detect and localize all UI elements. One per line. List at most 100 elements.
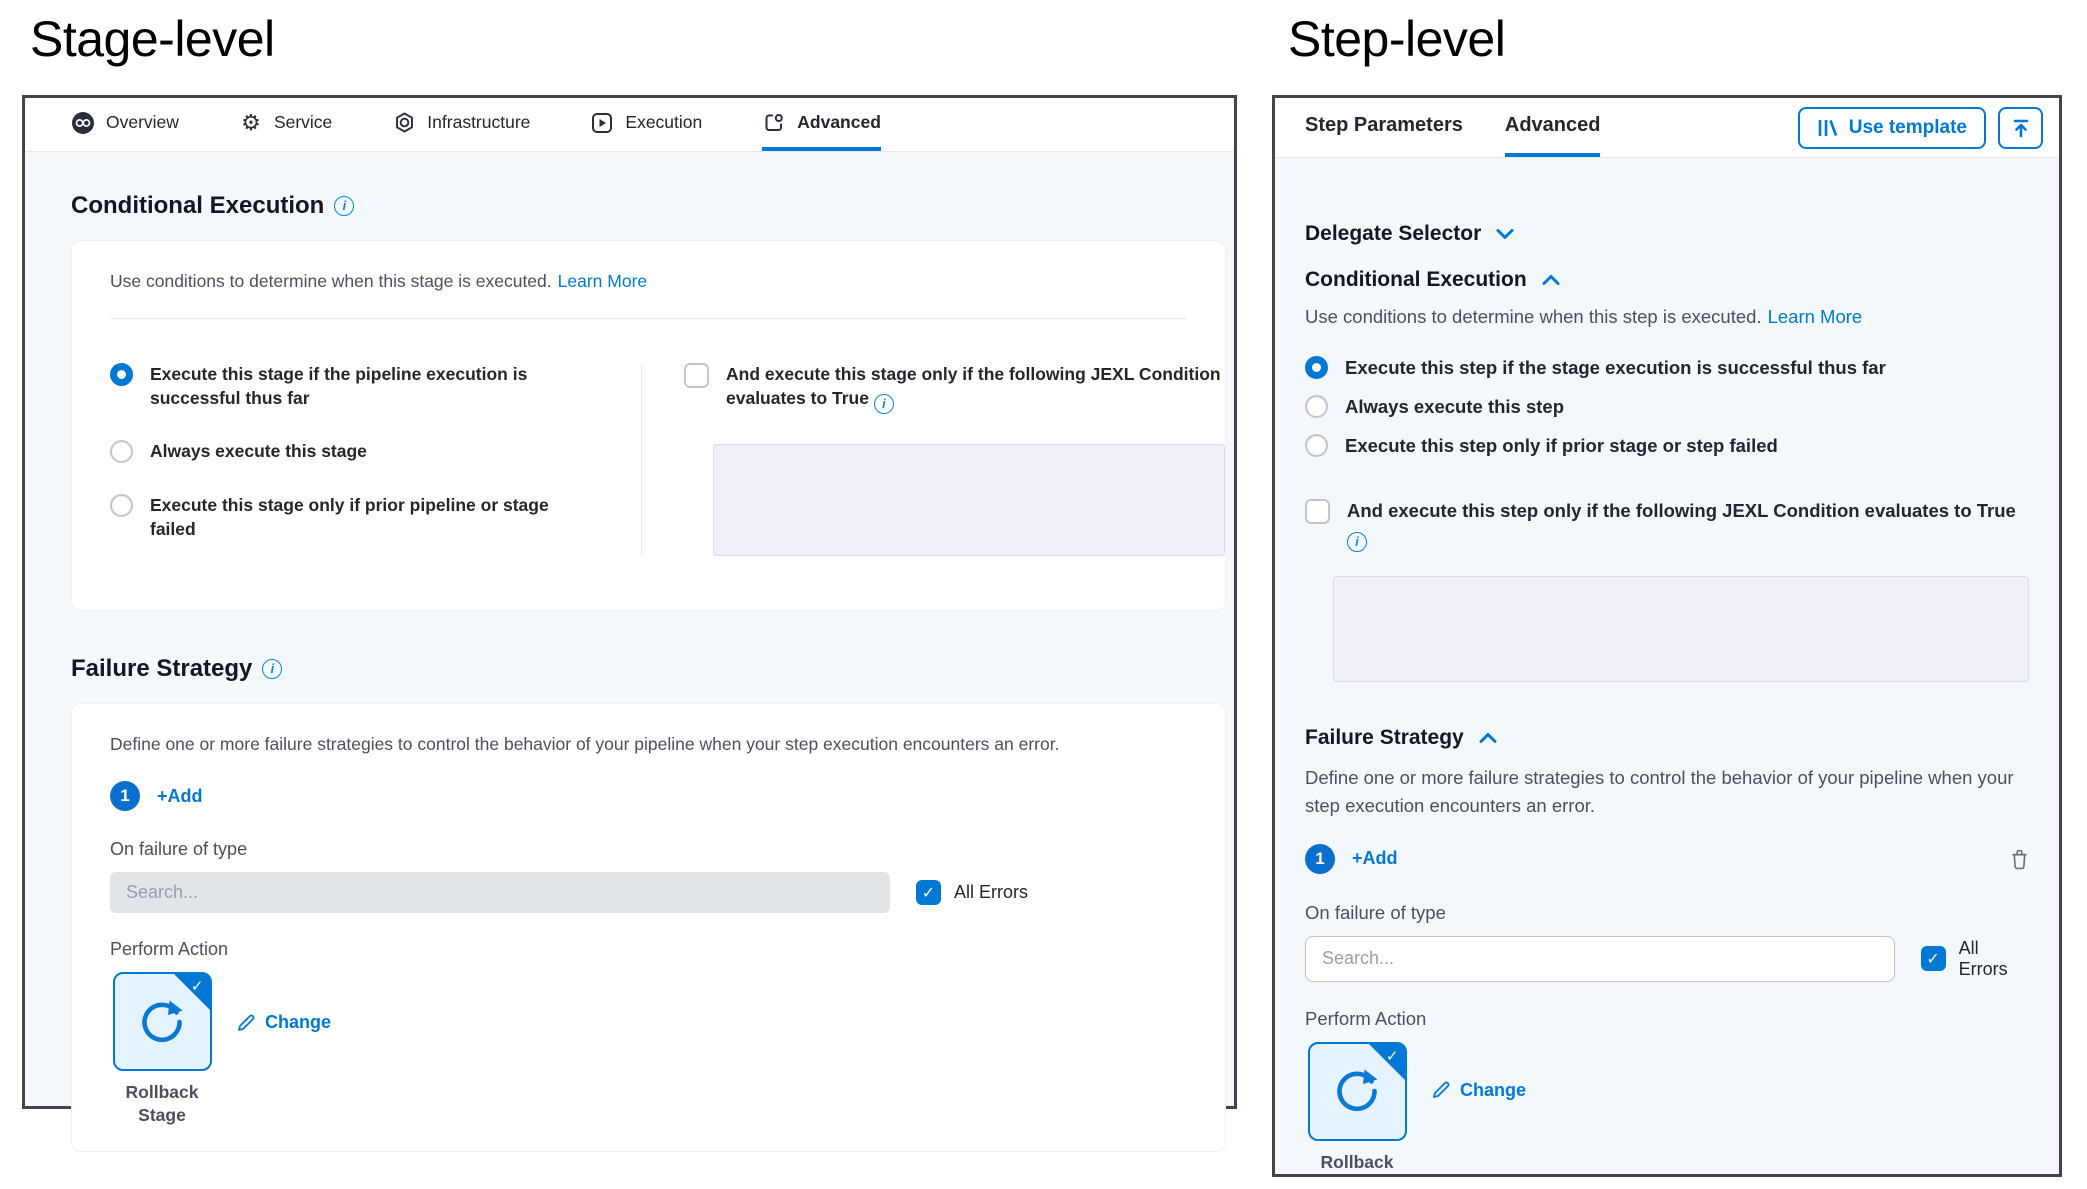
conditional-execution-description: Use conditions to determine when this st… bbox=[72, 241, 1225, 318]
step-advanced-panel: Step Parameters Advanced Use template De… bbox=[1272, 95, 2062, 1177]
delete-strategy-button[interactable] bbox=[2010, 848, 2029, 870]
radio-execute-if-stage-successful[interactable]: Execute this step if the stage execution… bbox=[1305, 356, 2029, 381]
radio-always-execute[interactable]: Always execute this step bbox=[1305, 395, 2029, 420]
conditional-execution-title: Conditional Execution bbox=[71, 192, 324, 220]
conditional-execution-heading: Conditional Execution i bbox=[71, 192, 1226, 220]
step-level-title: Step-level bbox=[1288, 10, 1505, 68]
check-icon: ✓ bbox=[1386, 1047, 1399, 1065]
template-library-icon bbox=[1817, 118, 1839, 138]
failure-strategy-heading: Failure Strategy i bbox=[71, 655, 1226, 683]
perform-action-label: Perform Action bbox=[110, 939, 1187, 960]
on-failure-label: On failure of type bbox=[110, 839, 1187, 860]
learn-more-link[interactable]: Learn More bbox=[1768, 306, 1863, 327]
failure-type-row: ✓ All Errors bbox=[110, 872, 1187, 913]
jexl-condition-section: And execute this stage only if the follo… bbox=[642, 363, 1225, 556]
tab-step-parameters[interactable]: Step Parameters bbox=[1305, 98, 1463, 157]
pencil-icon bbox=[236, 1013, 256, 1033]
radio-selected-icon bbox=[110, 363, 133, 386]
check-icon: ✓ bbox=[922, 883, 935, 903]
use-template-button[interactable]: Use template bbox=[1798, 107, 1986, 149]
check-icon: ✓ bbox=[191, 977, 204, 995]
tab-service[interactable]: ⚙ Service bbox=[239, 98, 332, 151]
play-square-icon bbox=[590, 111, 614, 135]
chevron-down-icon bbox=[1495, 227, 1515, 241]
conditional-execution-toggle[interactable]: Conditional Execution bbox=[1305, 268, 2029, 292]
hexagon-target-icon bbox=[392, 111, 416, 135]
strategy-list-row: 1 +Add bbox=[110, 781, 1187, 811]
all-errors-checkbox-row[interactable]: ✓ All Errors bbox=[1921, 938, 2029, 980]
tab-advanced[interactable]: Advanced bbox=[1505, 98, 1601, 157]
jexl-checkbox[interactable] bbox=[1305, 499, 1330, 524]
jexl-condition-input[interactable] bbox=[713, 444, 1225, 556]
all-errors-checkbox[interactable]: ✓ bbox=[1921, 946, 1946, 971]
change-action-link[interactable]: Change bbox=[1431, 1080, 1526, 1101]
radio-always-execute[interactable]: Always execute this stage bbox=[110, 440, 586, 464]
save-as-template-button[interactable] bbox=[1998, 107, 2043, 149]
failure-strategy-toggle[interactable]: Failure Strategy bbox=[1305, 726, 2029, 750]
tab-label: Advanced bbox=[1505, 114, 1601, 137]
chevron-up-icon bbox=[1478, 731, 1498, 745]
tab-execution[interactable]: Execution bbox=[590, 98, 702, 151]
info-icon[interactable]: i bbox=[262, 659, 282, 679]
tab-infrastructure[interactable]: Infrastructure bbox=[392, 98, 530, 151]
all-errors-label: All Errors bbox=[954, 882, 1028, 903]
radio-selected-icon bbox=[1305, 356, 1328, 379]
conditional-execution-body: Execute this stage if the pipeline execu… bbox=[72, 319, 1225, 610]
perform-action-row: ✓ Rollback Stage Change bbox=[110, 972, 1187, 1127]
radio-execute-if-pipeline-successful[interactable]: Execute this stage if the pipeline execu… bbox=[110, 363, 586, 410]
header-actions: Use template bbox=[1798, 98, 2043, 157]
strategy-count-badge[interactable]: 1 bbox=[110, 781, 140, 811]
learn-more-link[interactable]: Learn More bbox=[558, 271, 648, 291]
failure-type-search-input[interactable] bbox=[1305, 936, 1895, 982]
jexl-condition-input[interactable] bbox=[1333, 576, 2029, 682]
tab-label: Step Parameters bbox=[1305, 114, 1463, 137]
selected-action: ✓ Rollback Stage bbox=[1305, 1042, 1409, 1177]
tab-label: Service bbox=[274, 112, 332, 133]
execution-condition-options: Execute this step if the stage execution… bbox=[1305, 356, 2029, 459]
radio-icon bbox=[1305, 395, 1328, 418]
radio-icon bbox=[110, 494, 133, 517]
conditional-execution-card: Use conditions to determine when this st… bbox=[71, 240, 1226, 611]
failure-strategy-title: Failure Strategy bbox=[1305, 726, 1464, 750]
tab-label: Overview bbox=[106, 112, 179, 133]
check-icon: ✓ bbox=[1926, 949, 1939, 969]
delegate-selector-toggle[interactable]: Delegate Selector bbox=[1305, 222, 2029, 246]
add-strategy-link[interactable]: +Add bbox=[1352, 848, 1398, 869]
strategy-list-row: 1 +Add bbox=[1305, 844, 2029, 874]
conditional-execution-title: Conditional Execution bbox=[1305, 268, 1527, 292]
all-errors-checkbox[interactable]: ✓ bbox=[916, 880, 941, 905]
radio-icon bbox=[1305, 434, 1328, 457]
all-errors-checkbox-row[interactable]: ✓ All Errors bbox=[916, 880, 1028, 905]
stage-tabbar: Overview ⚙ Service Infrastructure Execut… bbox=[25, 98, 1234, 152]
pencil-icon bbox=[1431, 1080, 1451, 1100]
step-content: Delegate Selector Conditional Execution … bbox=[1275, 158, 2059, 1177]
tab-advanced[interactable]: Advanced bbox=[762, 98, 881, 151]
strategy-count-badge[interactable]: 1 bbox=[1305, 844, 1335, 874]
delegate-selector-title: Delegate Selector bbox=[1305, 222, 1481, 246]
tab-overview[interactable]: Overview bbox=[71, 98, 179, 151]
perform-action-label: Perform Action bbox=[1305, 1008, 2029, 1030]
add-strategy-link[interactable]: +Add bbox=[157, 786, 203, 807]
jexl-checkbox-row[interactable]: And execute this step only if the follow… bbox=[1305, 499, 2029, 552]
upload-icon bbox=[2010, 117, 2032, 139]
conditional-execution-description: Use conditions to determine when this st… bbox=[1305, 306, 2029, 328]
failure-type-search-input[interactable] bbox=[110, 872, 890, 913]
info-icon[interactable]: i bbox=[1347, 532, 1367, 552]
rollback-stage-tile[interactable]: ✓ bbox=[1308, 1042, 1407, 1141]
radio-execute-if-failed[interactable]: Execute this stage only if prior pipelin… bbox=[110, 494, 586, 541]
failure-strategy-description: Define one or more failure strategies to… bbox=[110, 734, 1187, 755]
info-icon[interactable]: i bbox=[874, 394, 894, 414]
jexl-checkbox[interactable] bbox=[684, 363, 709, 388]
change-action-link[interactable]: Change bbox=[236, 1012, 331, 1033]
gear-icon: ⚙ bbox=[239, 111, 263, 135]
failure-type-row: ✓ All Errors bbox=[1305, 936, 2029, 982]
all-errors-label: All Errors bbox=[1959, 938, 2029, 980]
rollback-stage-tile[interactable]: ✓ bbox=[113, 972, 212, 1071]
stage-advanced-panel: Overview ⚙ Service Infrastructure Execut… bbox=[22, 95, 1237, 1109]
info-icon[interactable]: i bbox=[334, 196, 354, 216]
radio-icon bbox=[110, 440, 133, 463]
tab-label: Infrastructure bbox=[427, 112, 530, 133]
jexl-checkbox-row[interactable]: And execute this stage only if the follo… bbox=[684, 363, 1225, 414]
radio-execute-if-failed[interactable]: Execute this step only if prior stage or… bbox=[1305, 434, 2029, 459]
action-name: Rollback Stage bbox=[1305, 1151, 1409, 1177]
